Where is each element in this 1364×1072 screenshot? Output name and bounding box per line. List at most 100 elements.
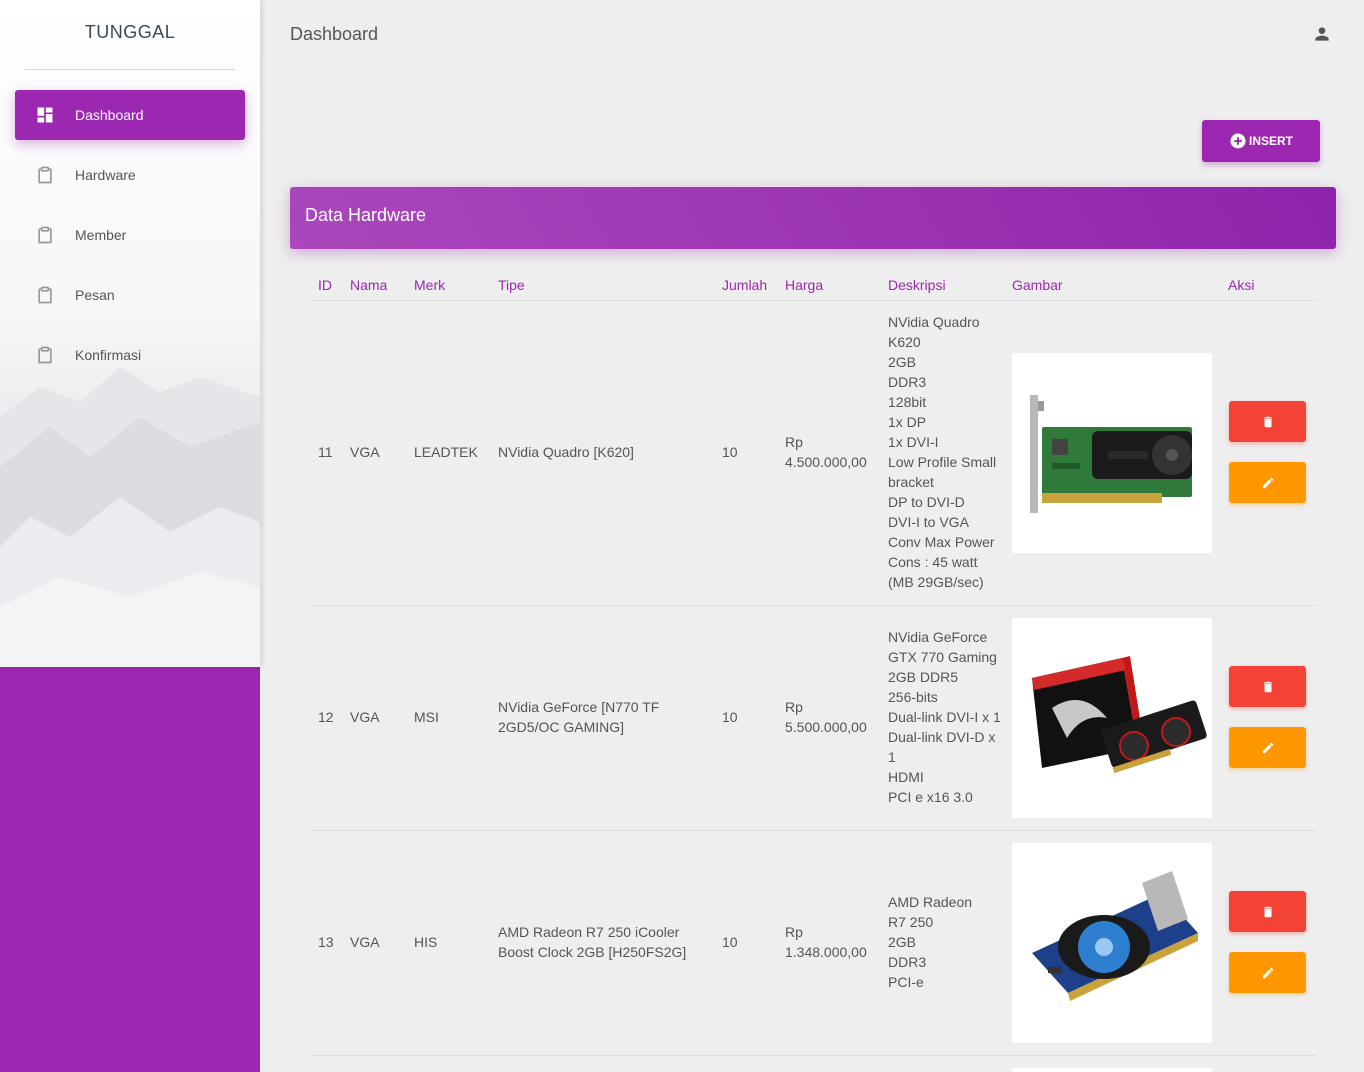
deskripsi-line: Low Profile Small xyxy=(888,454,997,470)
cell-jumlah: 10 xyxy=(722,934,738,950)
deskripsi-line: AMD Radeon xyxy=(888,894,973,910)
column-header-harga: Harga xyxy=(785,277,824,293)
sidebar: TUNGGAL Dashboard Hardware Member Pesan xyxy=(0,0,260,1072)
deskripsi-line: HDMI xyxy=(888,769,924,785)
cell-deskripsi: AMD Radeon R7 250 2GB DDR3 PCI-e xyxy=(888,892,972,992)
cell-merk: MSI xyxy=(414,709,439,725)
edit-button[interactable] xyxy=(1229,952,1306,993)
page-title: Dashboard xyxy=(290,24,379,44)
cell-id: 12 xyxy=(318,709,334,725)
cell-id: 13 xyxy=(318,934,334,950)
cell-merk: HIS xyxy=(414,934,438,950)
edit-button[interactable] xyxy=(1229,727,1306,768)
tipe-line: AMD Radeon R7 250 iCooler xyxy=(498,924,680,940)
deskripsi-line: 2GB xyxy=(888,354,917,370)
deskripsi-line: PCI-e xyxy=(888,974,924,990)
deskripsi-line: R7 250 xyxy=(888,914,934,930)
harga-currency: Rp xyxy=(785,699,803,715)
sidebar-item-member[interactable]: Member xyxy=(15,210,245,260)
add-circle-icon xyxy=(1230,133,1246,149)
clipboard-icon xyxy=(35,285,55,305)
cell-nama: VGA xyxy=(350,709,380,725)
sidebar-item-konfirmasi[interactable]: Konfirmasi xyxy=(15,330,245,380)
deskripsi-line: Cons : 45 watt xyxy=(888,554,978,570)
tipe-line: Boost Clock 2GB [H250FS2G] xyxy=(498,944,687,960)
deskripsi-line: NVidia GeForce xyxy=(888,629,988,645)
harga-value: 1.348.000,00 xyxy=(785,944,867,960)
cell-nama: VGA xyxy=(350,934,380,950)
cell-jumlah: 10 xyxy=(722,444,738,460)
sidebar-item-label: Dashboard xyxy=(75,107,144,123)
cell-jumlah: 10 xyxy=(722,709,738,725)
deskripsi-line: DVI-I to VGA xyxy=(888,514,969,530)
row-divider xyxy=(310,1055,1316,1056)
trash-icon xyxy=(1263,681,1272,692)
cell-harga: Rp 1.348.000,00 xyxy=(785,922,867,962)
deskripsi-line: Dual-link DVI-I x 1 xyxy=(888,709,1001,725)
cell-deskripsi: NVidia GeForce GTX 770 Gaming 2GB DDR5 2… xyxy=(888,627,1001,807)
deskripsi-line: bracket xyxy=(888,474,934,490)
deskripsi-line: DDR3 xyxy=(888,374,927,390)
edit-button[interactable] xyxy=(1229,462,1306,503)
his-radeon-card-image xyxy=(1012,843,1212,1043)
row-divider xyxy=(310,605,1316,606)
insert-button-label: INSERT xyxy=(1248,134,1293,148)
deskripsi-line: (MB 29GB/sec) xyxy=(888,574,984,590)
column-header-aksi: Aksi xyxy=(1228,277,1255,293)
column-header-deskripsi: Deskripsi xyxy=(888,277,946,293)
delete-button[interactable] xyxy=(1229,666,1306,707)
deskripsi-line: Conv Max Power xyxy=(888,534,995,550)
cell-deskripsi: NVidia Quadro K620 2GB DDR3 128bit 1x DP… xyxy=(888,312,996,592)
column-header-nama: Nama xyxy=(350,277,388,293)
cell-merk: LEADTEK xyxy=(414,444,478,460)
column-header-jumlah: Jumlah xyxy=(722,277,768,293)
person-icon[interactable] xyxy=(1312,24,1332,44)
sidebar-item-pesan[interactable]: Pesan xyxy=(15,270,245,320)
tipe-line: 2GD5/OC GAMING] xyxy=(498,719,625,735)
brand-divider xyxy=(25,69,235,70)
deskripsi-line: 1x DP xyxy=(888,414,927,430)
delete-button[interactable] xyxy=(1229,891,1306,932)
deskripsi-line: 1 xyxy=(888,749,896,765)
row-divider xyxy=(310,830,1316,831)
cell-id: 11 xyxy=(318,444,333,460)
deskripsi-line: NVidia Quadro xyxy=(888,314,980,330)
insert-button[interactable]: INSERT xyxy=(1202,120,1320,162)
cell-nama: VGA xyxy=(350,444,380,460)
sidebar-item-label: Pesan xyxy=(75,287,115,303)
deskripsi-line: 128bit xyxy=(888,394,927,410)
harga-currency: Rp xyxy=(785,434,803,450)
cell-tipe: NVidia Quadro [K620] xyxy=(498,442,634,462)
column-header-gambar: Gambar xyxy=(1012,277,1063,293)
cell-tipe: AMD Radeon R7 250 iCooler Boost Clock 2G… xyxy=(498,922,686,962)
deskripsi-line: GTX 770 Gaming xyxy=(888,649,997,665)
column-header-id: ID xyxy=(318,277,332,293)
harga-value: 5.500.000,00 xyxy=(785,719,867,735)
next-row-image xyxy=(1012,1068,1212,1072)
tipe-line: NVidia Quadro [K620] xyxy=(498,444,634,460)
deskripsi-line: DP to DVI-D xyxy=(888,494,965,510)
quadro-card-image xyxy=(1012,353,1212,553)
table-header-divider xyxy=(310,300,1316,301)
brand-title[interactable]: TUNGGAL xyxy=(0,22,260,43)
deskripsi-line: K620 xyxy=(888,334,921,350)
sidebar-item-label: Konfirmasi xyxy=(75,347,142,363)
pencil-icon xyxy=(1262,477,1273,488)
deskripsi-line: 256-bits xyxy=(888,689,938,705)
trash-icon xyxy=(1263,906,1272,917)
tipe-line: NVidia GeForce [N770 TF xyxy=(498,699,660,715)
card-title: Data Hardware xyxy=(305,205,427,225)
deskripsi-line: 2GB DDR5 xyxy=(888,669,959,685)
clipboard-icon xyxy=(35,225,55,245)
pencil-icon xyxy=(1262,742,1273,753)
clipboard-icon xyxy=(35,345,55,365)
deskripsi-line: Dual-link DVI-D x xyxy=(888,729,996,745)
harga-currency: Rp xyxy=(785,924,803,940)
sidebar-item-dashboard[interactable]: Dashboard xyxy=(15,90,245,140)
column-header-merk: Merk xyxy=(414,277,446,293)
sidebar-item-hardware[interactable]: Hardware xyxy=(15,150,245,200)
deskripsi-line: DDR3 xyxy=(888,954,927,970)
card-header: Data Hardware xyxy=(290,187,1336,249)
delete-button[interactable] xyxy=(1229,401,1306,442)
cell-harga: Rp 4.500.000,00 xyxy=(785,432,867,472)
